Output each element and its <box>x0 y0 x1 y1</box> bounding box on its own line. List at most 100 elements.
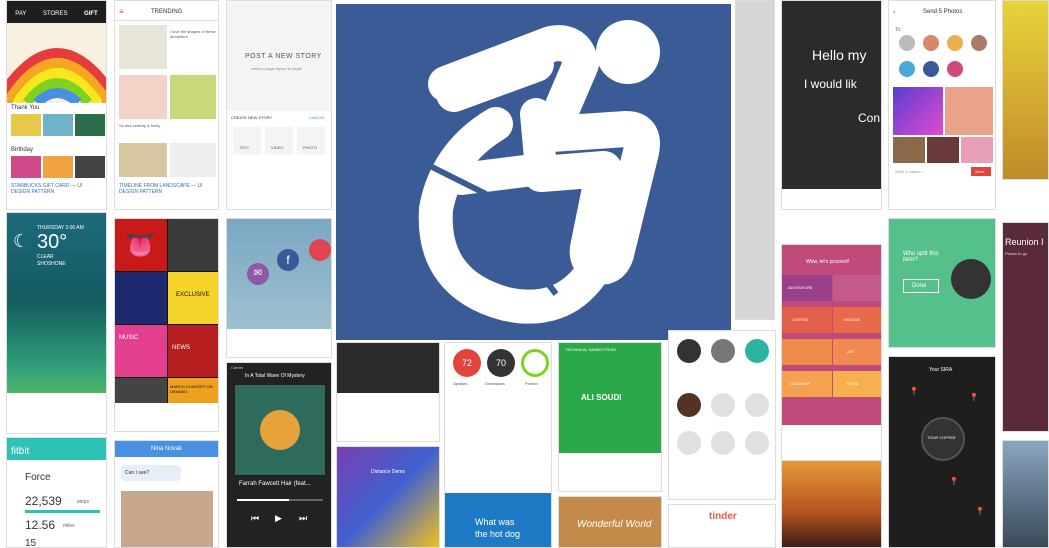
avatar[interactable] <box>677 339 701 363</box>
facebook-share-icon[interactable]: f <box>277 249 299 271</box>
contact-avatar[interactable] <box>899 61 915 77</box>
miles-unit: miles <box>63 523 75 529</box>
cancel-link[interactable]: CANCEL <box>309 115 325 120</box>
category-adventure[interactable]: ADVENTURE <box>782 275 832 301</box>
downstairs-dial[interactable]: 70 <box>487 349 515 377</box>
trending-title: TRENDING <box>151 9 183 15</box>
category-tile[interactable] <box>782 339 832 365</box>
option-label: PHOTO <box>303 145 318 150</box>
create-story-label: CREATE NEW STORY <box>231 115 273 120</box>
card-thumb[interactable] <box>43 114 73 136</box>
tile-caption[interactable]: TIMELINE FROM LANDSCAPE — UI DESIGN PATT… <box>119 183 214 195</box>
done-button[interactable]: Done <box>903 279 939 293</box>
category-label: COFFEE <box>792 317 809 322</box>
avatar[interactable] <box>677 431 701 455</box>
avocado-photo[interactable] <box>170 75 216 119</box>
category-culinary[interactable]: CULINARY <box>782 371 832 397</box>
album-cover[interactable]: MARCH CONCERT ON DEMAND <box>168 378 218 404</box>
album-cover[interactable] <box>115 378 167 404</box>
album-cover[interactable]: NEWS <box>168 325 218 377</box>
send-button[interactable]: Send <box>971 167 991 176</box>
protect-dial[interactable] <box>521 349 549 377</box>
card-thumb[interactable] <box>75 156 105 178</box>
back-icon[interactable]: ‹ <box>893 7 896 16</box>
menu-icon[interactable]: ≡ <box>119 7 124 16</box>
avatar[interactable] <box>745 339 769 363</box>
caption-input[interactable]: Write a caption... <box>895 169 925 174</box>
tab-pay[interactable]: PAY <box>15 11 26 17</box>
collage: PAY STORES GIFT Thank You Birthday STARB… <box>0 0 1049 548</box>
avatar[interactable] <box>711 339 735 363</box>
selected-photo[interactable] <box>893 87 943 135</box>
cuisine-title: Wow, let's proceed! <box>806 259 850 265</box>
progress-track[interactable] <box>237 499 323 501</box>
card-thumb[interactable] <box>11 114 41 136</box>
selected-photo[interactable] <box>893 137 925 163</box>
split-avatar[interactable] <box>951 259 991 299</box>
photo-option-button[interactable]: PHOTO <box>297 127 325 155</box>
category-vintage[interactable]: VINTAGE <box>833 307 881 333</box>
next-icon[interactable]: ⏭ <box>299 513 307 524</box>
text-card[interactable] <box>170 143 216 177</box>
map-pin-icon[interactable]: 📍 <box>949 477 959 486</box>
share-screen: f ✉ <box>226 218 332 358</box>
option-label: VIDEO <box>271 145 284 150</box>
contact-avatar[interactable] <box>947 61 963 77</box>
chat-message: Can I see? <box>125 470 150 476</box>
instagram-share-icon[interactable] <box>309 239 331 261</box>
map-pin-icon[interactable]: 📍 <box>909 387 919 396</box>
video-option-button[interactable]: VIDEO <box>265 127 293 155</box>
avatar[interactable] <box>711 393 735 417</box>
hello-line-3: Con <box>858 111 881 125</box>
distance-screen: Distance Demo <box>336 446 440 548</box>
card-thumb[interactable] <box>75 114 105 136</box>
card-thumb[interactable] <box>11 156 41 178</box>
previous-icon[interactable]: ⏮ <box>251 513 259 524</box>
contact-avatar[interactable] <box>923 61 939 77</box>
tab-gift[interactable]: GIFT <box>84 11 98 17</box>
avatar[interactable] <box>677 393 701 417</box>
fitbit-brand: fitbit <box>11 446 30 457</box>
album-cover[interactable]: EXCLUSIVE <box>168 272 218 324</box>
category-tile[interactable] <box>833 275 881 301</box>
contact-avatar[interactable] <box>947 35 963 51</box>
food-photo[interactable] <box>119 143 167 177</box>
contact-avatar[interactable] <box>971 35 987 51</box>
card-thumb[interactable] <box>43 156 73 178</box>
sunset-photo <box>781 460 882 548</box>
avatar[interactable] <box>711 431 735 455</box>
chat-photo[interactable] <box>121 491 213 547</box>
tab-stores[interactable]: STORES <box>43 11 68 17</box>
caption-area <box>227 329 331 357</box>
album-cover[interactable] <box>115 272 167 324</box>
map-pin-icon[interactable]: 📍 <box>975 507 985 516</box>
category-food[interactable]: FOOD <box>833 371 881 397</box>
album-cover[interactable]: 👅 <box>115 219 167 271</box>
contact-avatar[interactable] <box>899 35 915 51</box>
text-option-button[interactable]: TEXT <box>233 127 261 155</box>
album-cover[interactable] <box>168 219 218 271</box>
selected-photo[interactable] <box>945 87 993 135</box>
mail-share-icon[interactable]: ✉ <box>247 263 269 285</box>
upstairs-dial[interactable]: 72 <box>453 349 481 377</box>
weather-place: SHOSHONE <box>37 261 66 267</box>
contact-avatar[interactable] <box>923 35 939 51</box>
profile-name: ALI SOUDI <box>581 393 622 402</box>
story-hero: POST A NEW STORY select a page layout to… <box>227 1 331 111</box>
play-icon[interactable]: ▶ <box>275 513 282 524</box>
selected-photo[interactable] <box>961 137 993 163</box>
selected-photo[interactable] <box>927 137 959 163</box>
album-cover[interactable]: MUSIC <box>115 325 167 377</box>
decanter-photo[interactable] <box>119 25 167 69</box>
category-art[interactable]: ART <box>833 339 881 365</box>
avatar[interactable] <box>745 393 769 417</box>
map-center-label: TOUR COFFEE <box>927 435 956 440</box>
tile-caption[interactable]: STARBUCKS GIFT CARD — UI DESIGN PATTERN <box>11 183 102 195</box>
gift-card-screen: PAY STORES GIFT Thank You Birthday STARB… <box>6 0 107 210</box>
avatar[interactable] <box>745 431 769 455</box>
map-pin-icon[interactable]: 📍 <box>969 393 979 402</box>
floors-value: 15 <box>25 538 37 548</box>
reunion-screen: Reunion I Places to go <box>1002 222 1049 432</box>
candy-photo[interactable] <box>119 75 167 119</box>
category-coffee[interactable]: COFFEE <box>782 307 832 333</box>
